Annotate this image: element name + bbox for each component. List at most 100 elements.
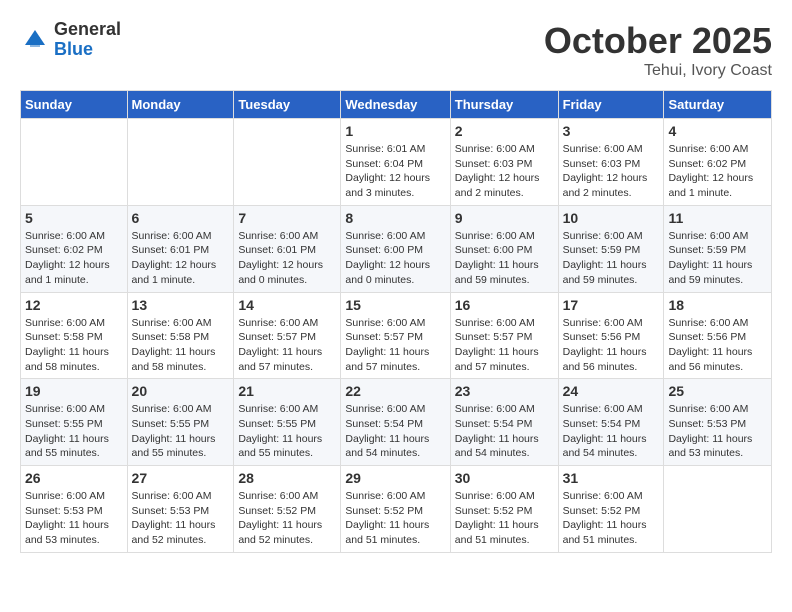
day-info: Sunrise: 6:00 AM Sunset: 5:56 PM Dayligh…: [668, 316, 767, 375]
day-info: Sunrise: 6:00 AM Sunset: 6:00 PM Dayligh…: [345, 229, 445, 288]
day-info: Sunrise: 6:00 AM Sunset: 5:52 PM Dayligh…: [563, 489, 660, 548]
calendar-cell: 30 Sunrise: 6:00 AM Sunset: 5:52 PM Dayli…: [450, 466, 558, 553]
day-number: 4: [668, 123, 767, 139]
day-number: 14: [238, 297, 336, 313]
day-number: 5: [25, 210, 123, 226]
calendar-cell: 8 Sunrise: 6:00 AM Sunset: 6:00 PM Daylig…: [341, 205, 450, 292]
day-number: 16: [455, 297, 554, 313]
day-number: 1: [345, 123, 445, 139]
calendar-cell: 23 Sunrise: 6:00 AM Sunset: 5:54 PM Dayli…: [450, 379, 558, 466]
logo-blue-text: Blue: [54, 40, 121, 60]
calendar-cell: 1 Sunrise: 6:01 AM Sunset: 6:04 PM Daylig…: [341, 119, 450, 206]
calendar-cell: 13Sunrise: 6:00 AM Sunset: 5:58 PM Dayli…: [127, 292, 234, 379]
day-info: Sunrise: 6:00 AM Sunset: 5:52 PM Dayligh…: [238, 489, 336, 548]
weekday-header-sunday: Sunday: [21, 91, 128, 119]
calendar-cell: 18Sunrise: 6:00 AM Sunset: 5:56 PM Dayli…: [664, 292, 772, 379]
day-info: Sunrise: 6:00 AM Sunset: 5:57 PM Dayligh…: [238, 316, 336, 375]
day-info: Sunrise: 6:00 AM Sunset: 5:54 PM Dayligh…: [455, 402, 554, 461]
day-info: Sunrise: 6:00 AM Sunset: 6:01 PM Dayligh…: [238, 229, 336, 288]
calendar-cell: 5 Sunrise: 6:00 AM Sunset: 6:02 PM Daylig…: [21, 205, 128, 292]
day-info: Sunrise: 6:00 AM Sunset: 6:00 PM Dayligh…: [455, 229, 554, 288]
day-info: Sunrise: 6:00 AM Sunset: 5:59 PM Dayligh…: [563, 229, 660, 288]
day-number: 28: [238, 470, 336, 486]
calendar-cell: 12Sunrise: 6:00 AM Sunset: 5:58 PM Dayli…: [21, 292, 128, 379]
calendar-cell: 22 Sunrise: 6:00 AM Sunset: 5:54 PM Dayli…: [341, 379, 450, 466]
weekday-header-friday: Friday: [558, 91, 664, 119]
day-info: Sunrise: 6:00 AM Sunset: 5:55 PM Dayligh…: [132, 402, 230, 461]
day-number: 31: [563, 470, 660, 486]
logo-icon: [20, 25, 50, 55]
day-number: 10: [563, 210, 660, 226]
day-info: Sunrise: 6:00 AM Sunset: 5:57 PM Dayligh…: [455, 316, 554, 375]
month-title: October 2025: [544, 20, 772, 62]
day-number: 29: [345, 470, 445, 486]
day-info: Sunrise: 6:00 AM Sunset: 6:02 PM Dayligh…: [668, 142, 767, 201]
weekday-header-row: SundayMondayTuesdayWednesdayThursdayFrid…: [21, 91, 772, 119]
day-info: Sunrise: 6:00 AM Sunset: 5:59 PM Dayligh…: [668, 229, 767, 288]
calendar-cell: 3 Sunrise: 6:00 AM Sunset: 6:03 PM Daylig…: [558, 119, 664, 206]
day-number: 27: [132, 470, 230, 486]
day-info: Sunrise: 6:00 AM Sunset: 5:52 PM Dayligh…: [455, 489, 554, 548]
calendar-week-row: 12Sunrise: 6:00 AM Sunset: 5:58 PM Dayli…: [21, 292, 772, 379]
calendar-cell: 16 Sunrise: 6:00 AM Sunset: 5:57 PM Dayli…: [450, 292, 558, 379]
calendar-cell: 20 Sunrise: 6:00 AM Sunset: 5:55 PM Dayli…: [127, 379, 234, 466]
day-number: 3: [563, 123, 660, 139]
day-number: 9: [455, 210, 554, 226]
day-number: 24: [563, 383, 660, 399]
day-number: 6: [132, 210, 230, 226]
calendar-cell: 27 Sunrise: 6:00 AM Sunset: 5:53 PM Dayli…: [127, 466, 234, 553]
calendar-cell: 6 Sunrise: 6:00 AM Sunset: 6:01 PM Daylig…: [127, 205, 234, 292]
calendar-week-row: 26 Sunrise: 6:00 AM Sunset: 5:53 PM Dayli…: [21, 466, 772, 553]
calendar-cell: [127, 119, 234, 206]
day-info: Sunrise: 6:00 AM Sunset: 5:52 PM Dayligh…: [345, 489, 445, 548]
day-info: Sunrise: 6:00 AM Sunset: 5:54 PM Dayligh…: [345, 402, 445, 461]
day-number: 21: [238, 383, 336, 399]
day-info: Sunrise: 6:00 AM Sunset: 6:01 PM Dayligh…: [132, 229, 230, 288]
day-info: Sunrise: 6:00 AM Sunset: 6:03 PM Dayligh…: [455, 142, 554, 201]
day-number: 7: [238, 210, 336, 226]
calendar-week-row: 19Sunrise: 6:00 AM Sunset: 5:55 PM Dayli…: [21, 379, 772, 466]
logo: General Blue: [20, 20, 121, 60]
calendar-cell: 29 Sunrise: 6:00 AM Sunset: 5:52 PM Dayli…: [341, 466, 450, 553]
day-number: 20: [132, 383, 230, 399]
day-number: 25: [668, 383, 767, 399]
calendar-cell: [664, 466, 772, 553]
location-subtitle: Tehui, Ivory Coast: [544, 62, 772, 80]
day-info: Sunrise: 6:00 AM Sunset: 5:53 PM Dayligh…: [132, 489, 230, 548]
weekday-header-tuesday: Tuesday: [234, 91, 341, 119]
calendar-cell: 31 Sunrise: 6:00 AM Sunset: 5:52 PM Dayli…: [558, 466, 664, 553]
logo-text: General Blue: [54, 20, 121, 60]
day-number: 26: [25, 470, 123, 486]
logo-general-text: General: [54, 20, 121, 40]
day-number: 22: [345, 383, 445, 399]
weekday-header-thursday: Thursday: [450, 91, 558, 119]
calendar-table: SundayMondayTuesdayWednesdayThursdayFrid…: [20, 90, 772, 553]
calendar-cell: 17 Sunrise: 6:00 AM Sunset: 5:56 PM Dayli…: [558, 292, 664, 379]
day-info: Sunrise: 6:00 AM Sunset: 6:03 PM Dayligh…: [563, 142, 660, 201]
day-info: Sunrise: 6:00 AM Sunset: 5:55 PM Dayligh…: [25, 402, 123, 461]
day-info: Sunrise: 6:00 AM Sunset: 6:02 PM Dayligh…: [25, 229, 123, 288]
calendar-cell: 7 Sunrise: 6:00 AM Sunset: 6:01 PM Daylig…: [234, 205, 341, 292]
weekday-header-wednesday: Wednesday: [341, 91, 450, 119]
calendar-week-row: 5 Sunrise: 6:00 AM Sunset: 6:02 PM Daylig…: [21, 205, 772, 292]
calendar-cell: 24Sunrise: 6:00 AM Sunset: 5:54 PM Dayli…: [558, 379, 664, 466]
day-number: 30: [455, 470, 554, 486]
day-number: 23: [455, 383, 554, 399]
weekday-header-saturday: Saturday: [664, 91, 772, 119]
calendar-cell: 25 Sunrise: 6:00 AM Sunset: 5:53 PM Dayli…: [664, 379, 772, 466]
day-info: Sunrise: 6:00 AM Sunset: 5:56 PM Dayligh…: [563, 316, 660, 375]
calendar-cell: 4 Sunrise: 6:00 AM Sunset: 6:02 PM Daylig…: [664, 119, 772, 206]
day-number: 15: [345, 297, 445, 313]
day-number: 17: [563, 297, 660, 313]
day-info: Sunrise: 6:00 AM Sunset: 5:53 PM Dayligh…: [668, 402, 767, 461]
day-info: Sunrise: 6:00 AM Sunset: 5:55 PM Dayligh…: [238, 402, 336, 461]
calendar-cell: 9 Sunrise: 6:00 AM Sunset: 6:00 PM Daylig…: [450, 205, 558, 292]
title-area: October 2025 Tehui, Ivory Coast: [544, 20, 772, 80]
calendar-cell: 11Sunrise: 6:00 AM Sunset: 5:59 PM Dayli…: [664, 205, 772, 292]
day-number: 2: [455, 123, 554, 139]
day-number: 8: [345, 210, 445, 226]
day-info: Sunrise: 6:01 AM Sunset: 6:04 PM Dayligh…: [345, 142, 445, 201]
day-info: Sunrise: 6:00 AM Sunset: 5:58 PM Dayligh…: [25, 316, 123, 375]
day-info: Sunrise: 6:00 AM Sunset: 5:57 PM Dayligh…: [345, 316, 445, 375]
day-number: 13: [132, 297, 230, 313]
